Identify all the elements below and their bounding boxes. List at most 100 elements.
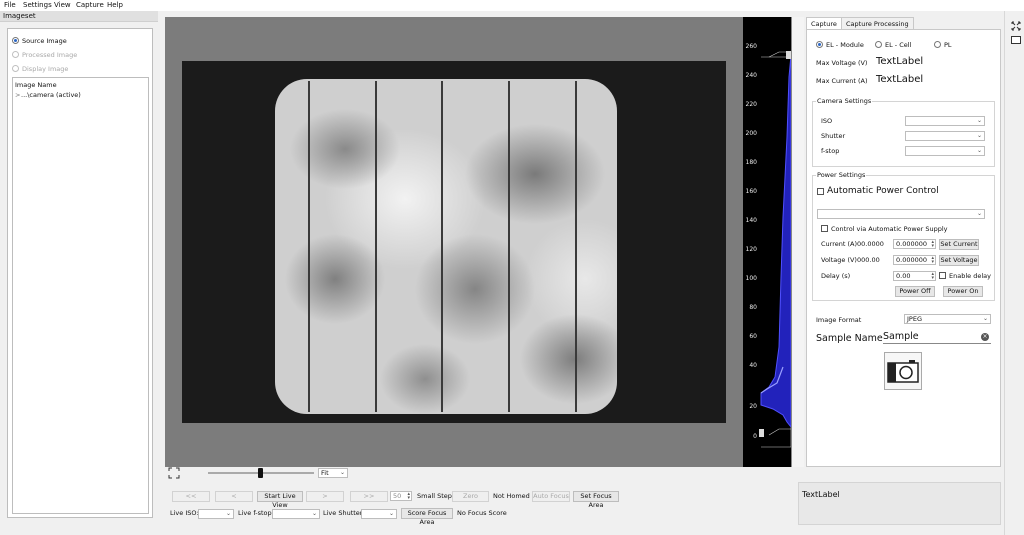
voltage-label: Voltage (V): [821, 256, 857, 264]
zoom-select[interactable]: Fit ⌄: [318, 468, 348, 478]
sample-name-value: Sample: [883, 331, 919, 342]
tree-item-camera[interactable]: ...\camera (active): [21, 91, 81, 99]
tab-capture[interactable]: Capture: [806, 17, 842, 29]
control-via-supply-checkbox[interactable]: [821, 225, 828, 232]
automatic-power-label: Automatic Power Control: [827, 186, 939, 196]
menu-view[interactable]: View: [54, 1, 71, 9]
current-readout: 00.0000: [857, 240, 884, 248]
camera-settings-title: Camera Settings: [816, 97, 873, 105]
voltage-value: 0.000000: [896, 256, 928, 264]
delay-value: 0.00: [896, 272, 911, 280]
solar-cell-image: [275, 79, 617, 414]
el-cell-label: EL - Cell: [885, 41, 912, 49]
expand-arrows-icon[interactable]: [1011, 21, 1021, 31]
chevron-down-icon: ⌄: [976, 117, 982, 124]
zoom-slider-handle[interactable]: [258, 468, 263, 478]
delay-spinbox[interactable]: 0.00 ▴ ▾: [893, 271, 936, 281]
image-tree[interactable]: Image Name > ...\camera (active): [12, 77, 149, 514]
step-value: 50: [393, 492, 402, 500]
el-module-radio[interactable]: [816, 41, 823, 48]
prev-button[interactable]: <: [215, 491, 253, 502]
iso-select[interactable]: ⌄: [905, 116, 985, 126]
menu-capture[interactable]: Capture: [76, 1, 104, 9]
image-viewport[interactable]: [165, 17, 743, 467]
el-image: [182, 61, 726, 423]
sample-name-input[interactable]: Sample ×: [883, 331, 991, 344]
clear-icon[interactable]: ×: [981, 333, 989, 341]
hist-tick: 220: [745, 101, 757, 108]
power-supply-select[interactable]: ⌄: [817, 209, 985, 219]
screen-icon[interactable]: [1011, 36, 1021, 44]
menu-help[interactable]: Help: [107, 1, 123, 9]
max-current-label: Max Current (A): [816, 77, 868, 85]
capture-button[interactable]: [884, 352, 922, 390]
hist-tick: 40: [749, 362, 757, 369]
pl-label: PL: [944, 41, 952, 49]
chevron-down-icon: ⌄: [976, 132, 982, 139]
chevron-down-icon: ⌄: [976, 147, 982, 154]
set-current-button[interactable]: Set Current: [939, 239, 979, 250]
automatic-power-checkbox[interactable]: [817, 188, 824, 195]
chevron-down-icon: ⌄: [388, 510, 394, 517]
power-off-button[interactable]: Power Off: [895, 286, 935, 297]
shutter-select[interactable]: ⌄: [905, 131, 985, 141]
set-focus-area-button[interactable]: Set Focus Area: [573, 491, 619, 509]
image-format-value: JPEG: [907, 315, 922, 323]
zoom-value: Fit: [321, 469, 329, 477]
max-voltage-label: Max Voltage (V): [816, 59, 868, 67]
step-spinbox[interactable]: 50 ▴ ▾: [390, 491, 412, 501]
fstop-select[interactable]: ⌄: [905, 146, 985, 156]
image-format-label: Image Format: [816, 316, 862, 324]
processed-image-radio[interactable]: [12, 51, 19, 58]
delay-label: Delay (s): [821, 272, 851, 280]
homed-status: Not Homed: [493, 492, 530, 500]
display-image-radio[interactable]: [12, 65, 19, 72]
chevron-down-icon: ⌄: [225, 510, 231, 517]
histogram-scrollbar[interactable]: [791, 17, 804, 467]
pl-radio[interactable]: [934, 41, 941, 48]
chevron-down-icon: ⌄: [311, 510, 317, 517]
enable-delay-checkbox[interactable]: [939, 272, 946, 279]
auto-focus-button[interactable]: Auto Focus: [532, 491, 570, 502]
hist-tick: 20: [749, 403, 757, 410]
menu-settings[interactable]: Settings: [23, 1, 52, 9]
live-fstop-label: Live f-stop: [238, 509, 272, 517]
tab-capture-processing[interactable]: Capture Processing: [841, 17, 914, 29]
last-button[interactable]: >>: [350, 491, 388, 502]
voltage-spinbox[interactable]: 0.000000 ▴ ▾: [893, 255, 936, 265]
display-image-label: Display Image: [22, 65, 69, 73]
score-focus-area-button[interactable]: Score Focus Area: [401, 508, 453, 526]
set-voltage-button[interactable]: Set Voltage: [939, 255, 979, 266]
menu-file[interactable]: File: [4, 1, 16, 9]
spin-arrows-icon: ▴ ▾: [931, 255, 934, 265]
camera-icon: [887, 360, 919, 383]
tree-expander-icon[interactable]: >: [15, 91, 20, 99]
source-image-radio[interactable]: [12, 37, 19, 44]
live-iso-select[interactable]: ⌄: [198, 509, 234, 519]
current-spinbox[interactable]: 0.000000 ▴ ▾: [893, 239, 936, 249]
spin-arrows-icon: ▴ ▾: [407, 491, 410, 501]
fit-view-icon[interactable]: [168, 467, 180, 479]
live-shutter-select[interactable]: ⌄: [361, 509, 397, 519]
hist-tick: 200: [745, 130, 757, 137]
image-format-select[interactable]: JPEG ⌄: [904, 314, 991, 324]
imageset-panel: Imageset Source Image Processed Image Di…: [0, 11, 158, 535]
camera-settings-group: Camera Settings ISO ⌄ Shutter ⌄ f-stop ⌄: [812, 97, 995, 167]
max-voltage-value: TextLabel: [876, 56, 924, 67]
start-live-view-button[interactable]: Start Live View: [257, 491, 303, 509]
shutter-label: Shutter: [821, 132, 846, 140]
imageset-box: Source Image Processed Image Display Ima…: [7, 28, 153, 518]
next-button[interactable]: >: [306, 491, 344, 502]
source-image-label: Source Image: [22, 37, 67, 45]
live-fstop-select[interactable]: ⌄: [272, 509, 320, 519]
sample-name-label: Sample Name: [816, 333, 883, 344]
side-toolbar: [1004, 11, 1024, 535]
hist-tick: 100: [745, 275, 757, 282]
hist-tick: 260: [745, 43, 757, 50]
first-button[interactable]: <<: [172, 491, 210, 502]
power-settings-group: Power Settings Automatic Power Control ⌄…: [812, 171, 995, 301]
max-current-value: TextLabel: [876, 74, 924, 85]
el-cell-radio[interactable]: [875, 41, 882, 48]
power-on-button[interactable]: Power On: [943, 286, 983, 297]
zero-button[interactable]: Zero: [452, 491, 489, 502]
